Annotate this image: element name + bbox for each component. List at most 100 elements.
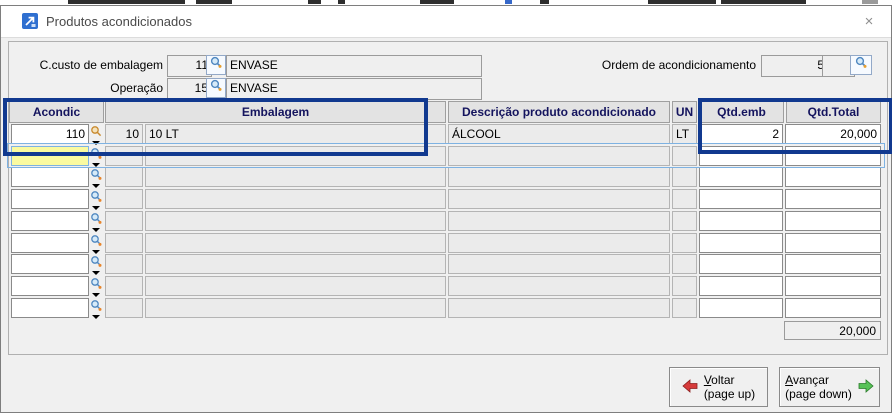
- cell-un: [672, 167, 697, 187]
- grand-total-field: 20,000: [784, 321, 881, 340]
- magnifier-icon: [855, 56, 868, 74]
- background-window-sliver: [721, 0, 806, 4]
- row-dropdown-arrow-icon[interactable]: [92, 315, 100, 319]
- background-window-sliver: [505, 0, 512, 4]
- row-dropdown-arrow-icon[interactable]: [92, 184, 100, 188]
- magnifier-icon: [210, 79, 223, 97]
- row-dropdown-arrow-icon[interactable]: [92, 293, 100, 297]
- cell-qtd-emb[interactable]: [699, 254, 783, 274]
- cell-acondic[interactable]: [11, 233, 89, 253]
- cell-descricao: [448, 211, 670, 231]
- forward-arrow-icon: [858, 379, 874, 396]
- voltar-button[interactable]: Voltar (page up): [669, 367, 768, 407]
- row-lookup-magnifier-icon[interactable]: [90, 255, 104, 269]
- operation-label: Operação: [21, 81, 163, 95]
- cell-qtd-emb[interactable]: [699, 167, 783, 187]
- background-window-sliver: [308, 0, 321, 4]
- row-lookup-magnifier-icon[interactable]: [90, 234, 104, 248]
- cell-embalagem-code[interactable]: [105, 233, 143, 253]
- cell-embalagem-desc[interactable]: [145, 276, 446, 296]
- row-dropdown-arrow-icon[interactable]: [92, 250, 100, 254]
- row-dropdown-arrow-icon[interactable]: [92, 206, 100, 210]
- app-icon: [22, 13, 38, 29]
- cell-qtd-emb[interactable]: [699, 233, 783, 253]
- background-window-sliver: [862, 0, 878, 4]
- cell-acondic[interactable]: [11, 167, 89, 187]
- cell-acondic[interactable]: [11, 298, 89, 318]
- order-label: Ordem de acondicionamento: [601, 58, 756, 72]
- window-title: Produtos acondicionados: [46, 14, 192, 29]
- voltar-button-label: Voltar (page up): [704, 373, 755, 401]
- cell-embalagem-code[interactable]: [105, 276, 143, 296]
- operation-lookup-button[interactable]: [206, 78, 226, 98]
- background-window-sliver: [338, 0, 345, 4]
- cost-center-label: C.custo de embalagem: [21, 58, 163, 72]
- cell-embalagem-code[interactable]: [105, 254, 143, 274]
- dialog-produtos-acondicionados: Produtos acondicionados × C.custo de emb…: [0, 5, 892, 413]
- cell-acondic[interactable]: [11, 211, 89, 231]
- background-window-sliver: [68, 0, 185, 4]
- background-window-sliver: [420, 0, 454, 4]
- cell-un: [672, 276, 697, 296]
- row-dropdown-arrow-icon[interactable]: [92, 228, 100, 232]
- cell-un: [672, 211, 697, 231]
- cell-qtd-total[interactable]: [785, 233, 881, 253]
- cell-descricao: [448, 254, 670, 274]
- cell-descricao: [448, 233, 670, 253]
- cell-acondic[interactable]: [11, 189, 89, 209]
- cell-qtd-total[interactable]: [785, 254, 881, 274]
- row-lookup-magnifier-icon[interactable]: [90, 277, 104, 291]
- background-window-sliver: [648, 0, 716, 4]
- column-header-descricao[interactable]: Descrição produto acondicionado: [448, 101, 670, 123]
- cell-qtd-emb[interactable]: [699, 276, 783, 296]
- cell-embalagem-desc[interactable]: [145, 211, 446, 231]
- cell-embalagem-code[interactable]: [105, 211, 143, 231]
- cell-qtd-emb[interactable]: [699, 189, 783, 209]
- cell-qtd-total[interactable]: [785, 167, 881, 187]
- cell-descricao: [448, 276, 670, 296]
- cell-qtd-emb[interactable]: [699, 298, 783, 318]
- screenshot-root: Produtos acondicionados × C.custo de emb…: [0, 0, 892, 413]
- avancar-button-label: Avançar (page down): [785, 373, 852, 401]
- cell-un: LT: [672, 124, 697, 144]
- back-arrow-icon: [682, 379, 698, 396]
- background-window-sliver: [196, 0, 232, 4]
- cell-embalagem-desc[interactable]: [145, 254, 446, 274]
- order-lookup-button[interactable]: [850, 55, 872, 75]
- row-dropdown-arrow-icon[interactable]: [92, 271, 100, 275]
- cell-embalagem-code[interactable]: [105, 167, 143, 187]
- avancar-button[interactable]: Avançar (page down): [779, 367, 880, 407]
- cell-qtd-total[interactable]: [785, 298, 881, 318]
- cell-descricao: [448, 298, 670, 318]
- row-lookup-magnifier-icon[interactable]: [90, 190, 104, 204]
- cell-descricao: ÁLCOOL: [448, 124, 670, 144]
- cell-acondic[interactable]: [11, 254, 89, 274]
- cost-center-lookup-button[interactable]: [206, 55, 226, 75]
- cell-un: [672, 298, 697, 318]
- row-lookup-magnifier-icon[interactable]: [90, 212, 104, 226]
- highlight-box-quantities: [698, 98, 892, 154]
- cell-descricao: [448, 189, 670, 209]
- cell-embalagem-desc[interactable]: [145, 298, 446, 318]
- cost-center-name-field: ENVASE: [226, 55, 482, 77]
- cell-embalagem-code[interactable]: [105, 298, 143, 318]
- row-lookup-magnifier-icon[interactable]: [90, 168, 104, 182]
- cell-acondic[interactable]: [11, 276, 89, 296]
- cell-embalagem-desc[interactable]: [145, 233, 446, 253]
- cell-embalagem-desc[interactable]: [145, 167, 446, 187]
- title-bar[interactable]: Produtos acondicionados ×: [1, 6, 891, 38]
- cell-qtd-total[interactable]: [785, 276, 881, 296]
- cell-qtd-emb[interactable]: [699, 211, 783, 231]
- cell-qtd-total[interactable]: [785, 189, 881, 209]
- background-window-sliver: [540, 0, 549, 4]
- cell-embalagem-code[interactable]: [105, 189, 143, 209]
- column-header-un[interactable]: UN: [672, 101, 697, 123]
- cell-un: [672, 189, 697, 209]
- row-lookup-magnifier-icon[interactable]: [90, 299, 104, 313]
- cell-descricao: [448, 167, 670, 187]
- close-button[interactable]: ×: [857, 11, 881, 32]
- cell-embalagem-desc[interactable]: [145, 189, 446, 209]
- cell-qtd-total[interactable]: [785, 211, 881, 231]
- highlight-box-acondic-embalagem: [3, 98, 428, 156]
- order-value-field[interactable]: 5: [761, 55, 828, 77]
